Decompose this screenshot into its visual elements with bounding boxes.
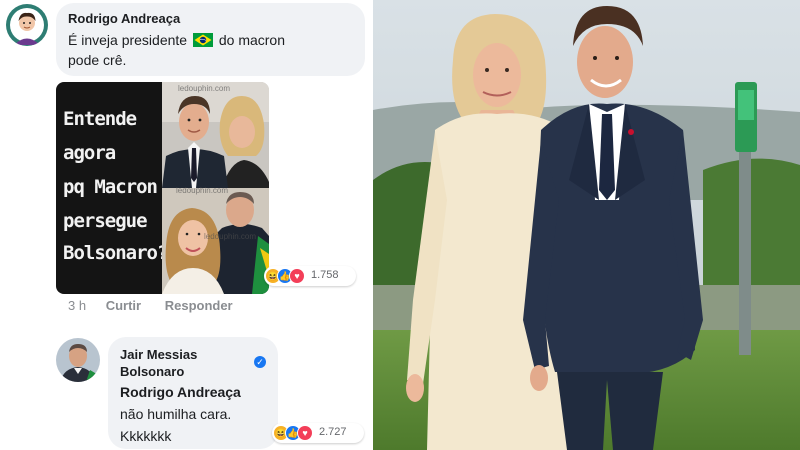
comment-timestamp: 3 h	[68, 298, 87, 313]
meme-line-3: pq Macron	[63, 176, 158, 198]
comment-actions: 3 h Curtir Responder	[68, 298, 233, 313]
reply-text-line-1: não humilha cara.	[120, 406, 232, 422]
comment-text-line-2: pode crê.	[68, 52, 127, 68]
like-button[interactable]: Curtir	[106, 298, 141, 313]
reply-reactions[interactable]: 😆 👍 ♥ 2.727	[272, 423, 364, 443]
meme-line-2: agora	[63, 142, 116, 164]
reply-text-line-2: Kkkkkkk	[120, 428, 172, 444]
meme-text-panel: Entende agora pq Macron persegue Bolsona…	[56, 82, 168, 294]
couple-photo	[373, 0, 800, 450]
meme-line-5: Bolsonaro?	[63, 242, 168, 264]
meme-watermark-top: ledouphin.com	[178, 84, 231, 93]
meme-watermark-mid: ledouphin.com	[176, 186, 229, 195]
love-icon: ♥	[297, 425, 313, 441]
comment-reaction-count: 1.758	[311, 269, 339, 281]
meme-photo-couple: ledouphin.com	[162, 82, 269, 188]
verified-badge-icon: ✓	[254, 356, 266, 368]
reply-author-avatar[interactable]	[56, 338, 100, 382]
reply-button[interactable]: Responder	[165, 298, 233, 313]
comment-text-after-flag: do macron	[218, 32, 286, 48]
reply-mention[interactable]: Rodrigo Andreaça	[120, 382, 241, 402]
commenter-avatar[interactable]	[6, 4, 48, 46]
comment-thread: Rodrigo Andreaça É inveja presidente do …	[0, 0, 372, 450]
meme-line-4: persegue	[63, 210, 148, 232]
reply-author-line-1: Jair Messias	[120, 347, 198, 362]
meme-line-1: Entende	[63, 108, 137, 130]
love-icon: ♥	[289, 268, 305, 284]
meme-image[interactable]: Entende agora pq Macron persegue Bolsona…	[56, 82, 269, 294]
comment-reactions[interactable]: 😆 👍 ♥ 1.758	[264, 266, 356, 286]
comment-text-before-flag: É inveja presidente	[68, 32, 188, 48]
comment-author[interactable]: Rodrigo Andreaça	[68, 11, 180, 26]
reply-reaction-count: 2.727	[319, 426, 347, 438]
meme-photo-bolsonaro: ledouphin.com ledouphin.com	[162, 186, 269, 294]
comment-text-line-1: É inveja presidente do macron	[68, 30, 285, 50]
reply-author-line-2: Bolsonaro	[120, 364, 185, 379]
brazil-flag-icon	[192, 33, 213, 47]
meme-watermark-bottom: ledouphin.com	[204, 232, 257, 241]
reply-author[interactable]: Jair Messias Bolsonaro	[120, 346, 197, 380]
